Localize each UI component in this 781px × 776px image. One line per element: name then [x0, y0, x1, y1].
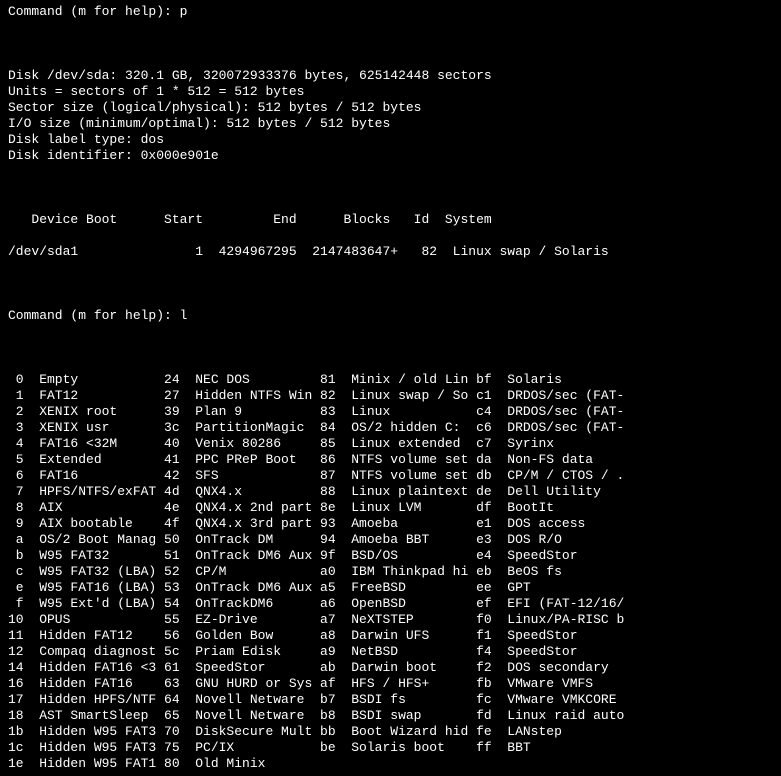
- partition-type-row: 0 Empty 24 NEC DOS 81 Minix / old Lin bf…: [8, 372, 773, 388]
- disk-info-line: Units = sectors of 1 * 512 = 512 bytes: [8, 84, 773, 100]
- partition-type-row: 1c Hidden W95 FAT3 75 PC/IX be Solaris b…: [8, 740, 773, 756]
- prompt-text: Command (m for help):: [8, 4, 180, 19]
- command-input: p: [180, 4, 188, 19]
- partition-row: /dev/sda1 1 4294967295 2147483647+ 82 Li…: [8, 244, 773, 260]
- partition-type-row: 7 HPFS/NTFS/exFAT 4d QNX4.x 88 Linux pla…: [8, 484, 773, 500]
- partition-type-row: 12 Compaq diagnost 5c Priam Edisk a9 Net…: [8, 644, 773, 660]
- partition-type-row: 1e Hidden W95 FAT1 80 Old Minix: [8, 756, 773, 772]
- command-prompt: Command (m for help): l: [8, 308, 773, 324]
- partition-type-row: 11 Hidden FAT12 56 Golden Bow a8 Darwin …: [8, 628, 773, 644]
- blank-line: [8, 36, 773, 52]
- partition-type-row: f W95 Ext'd (LBA) 54 OnTrackDM6 a6 OpenB…: [8, 596, 773, 612]
- partition-type-row: a OS/2 Boot Manag 50 OnTrack DM 94 Amoeb…: [8, 532, 773, 548]
- partition-type-row: 4 FAT16 <32M 40 Venix 80286 85 Linux ext…: [8, 436, 773, 452]
- blank-line: [8, 180, 773, 196]
- disk-info-line: Disk /dev/sda: 320.1 GB, 320072933376 by…: [8, 68, 773, 84]
- partition-type-row: c W95 FAT32 (LBA) 52 CP/M a0 IBM Thinkpa…: [8, 564, 773, 580]
- partition-type-row: 14 Hidden FAT16 <3 61 SpeedStor ab Darwi…: [8, 660, 773, 676]
- command-input: l: [180, 308, 188, 323]
- blank-line: [8, 340, 773, 356]
- blank-line: [8, 276, 773, 292]
- terminal-output[interactable]: Command (m for help): p Disk /dev/sda: 3…: [0, 0, 781, 776]
- disk-info-line: Sector size (logical/physical): 512 byte…: [8, 100, 773, 116]
- partition-type-row: 17 Hidden HPFS/NTF 64 Novell Netware b7 …: [8, 692, 773, 708]
- disk-info-line: I/O size (minimum/optimal): 512 bytes / …: [8, 116, 773, 132]
- partition-type-row: 5 Extended 41 PPC PReP Boot 86 NTFS volu…: [8, 452, 773, 468]
- partition-type-row: b W95 FAT32 51 OnTrack DM6 Aux 9f BSD/OS…: [8, 548, 773, 564]
- prompt-text: Command (m for help):: [8, 308, 180, 323]
- disk-info-line: Disk label type: dos: [8, 132, 773, 148]
- partition-type-row: 2 XENIX root 39 Plan 9 83 Linux c4 DRDOS…: [8, 404, 773, 420]
- partition-type-row: 3 XENIX usr 3c PartitionMagic 84 OS/2 hi…: [8, 420, 773, 436]
- partition-type-row: 1b Hidden W95 FAT3 70 DiskSecure Mult bb…: [8, 724, 773, 740]
- partition-type-row: 18 AST SmartSleep 65 Novell Netware b8 B…: [8, 708, 773, 724]
- partition-table-header: Device Boot Start End Blocks Id System: [8, 212, 773, 228]
- partition-type-row: 8 AIX 4e QNX4.x 2nd part 8e Linux LVM df…: [8, 500, 773, 516]
- partition-type-row: e W95 FAT16 (LBA) 53 OnTrack DM6 Aux a5 …: [8, 580, 773, 596]
- partition-type-row: 10 OPUS 55 EZ-Drive a7 NeXTSTEP f0 Linux…: [8, 612, 773, 628]
- command-prompt: Command (m for help): p: [8, 4, 773, 20]
- partition-type-row: 1 FAT12 27 Hidden NTFS Win 82 Linux swap…: [8, 388, 773, 404]
- partition-type-row: 6 FAT16 42 SFS 87 NTFS volume set db CP/…: [8, 468, 773, 484]
- disk-info-line: Disk identifier: 0x000e901e: [8, 148, 773, 164]
- partition-type-row: 9 AIX bootable 4f QNX4.x 3rd part 93 Amo…: [8, 516, 773, 532]
- partition-type-row: 16 Hidden FAT16 63 GNU HURD or Sys af HF…: [8, 676, 773, 692]
